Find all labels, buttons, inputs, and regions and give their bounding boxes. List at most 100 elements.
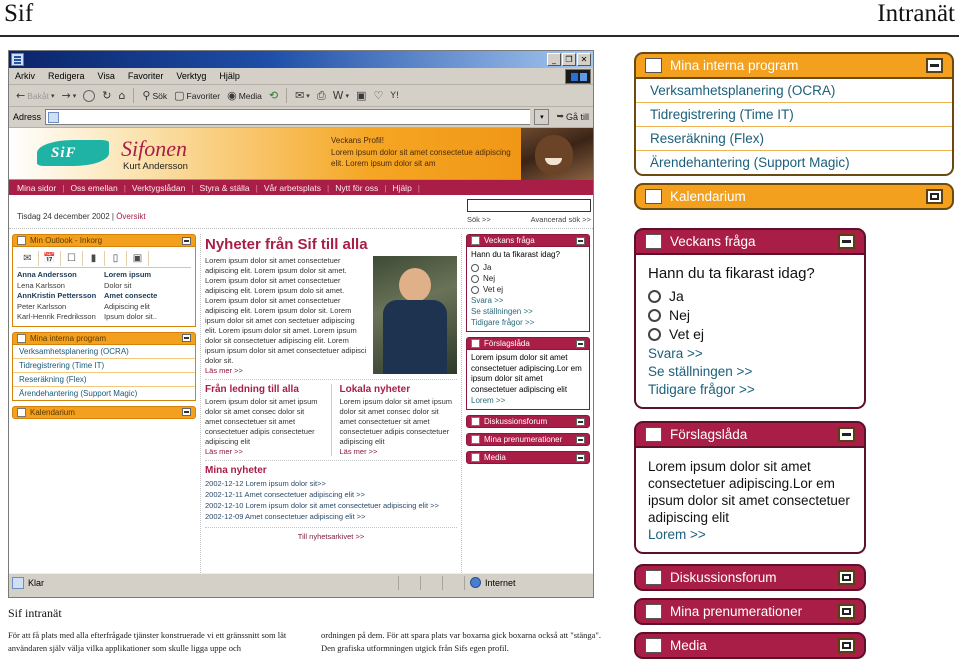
nav-item-nytt-for-oss[interactable]: Nytt för oss xyxy=(335,183,378,193)
favorites-button[interactable]: ▢ Favoriter xyxy=(172,89,222,102)
callout-calendar-restore[interactable] xyxy=(926,189,943,204)
go-button[interactable]: ➥ Gå till xyxy=(553,112,589,122)
program-link-flex[interactable]: Reseräkning (Flex) xyxy=(13,371,195,386)
radio-icon[interactable] xyxy=(471,274,479,283)
menu-item-visa[interactable]: Visa xyxy=(98,71,115,81)
suggestion-link[interactable]: Lorem >> xyxy=(471,395,585,406)
nav-item-styra-stalla[interactable]: Styra & ställa xyxy=(200,183,250,193)
menu-item-redigera[interactable]: Redigera xyxy=(48,71,85,81)
refresh-button[interactable]: ↻ xyxy=(100,89,113,102)
home-button[interactable]: ⌂ xyxy=(116,89,127,102)
news-right-more-link[interactable]: Läs mer >> xyxy=(340,447,458,456)
panel-poll-minimize[interactable] xyxy=(576,236,585,245)
program-link-supportmagic[interactable]: Ärendehantering (Support Magic) xyxy=(13,385,195,400)
envelope-icon[interactable]: ▮ xyxy=(83,251,105,266)
list-item[interactable]: Lorem ipsum xyxy=(104,270,191,281)
callout-program-flex[interactable]: Reseräkning (Flex) xyxy=(636,126,952,150)
search-input[interactable] xyxy=(467,199,591,212)
callout-poll-link-svara[interactable]: Svara >> xyxy=(648,345,852,363)
menu-item-verktyg[interactable]: Verktyg xyxy=(176,71,206,81)
callout-poll-link-tidigare[interactable]: Tidigare frågor >> xyxy=(648,381,852,399)
callout-poll-option-ja[interactable]: Ja xyxy=(648,288,852,304)
address-dropdown-button[interactable]: ▾ xyxy=(534,109,550,125)
callout-media-restore[interactable] xyxy=(838,638,855,653)
callout-subscriptions-header[interactable]: Mina prenumerationer xyxy=(634,598,866,625)
radio-icon[interactable] xyxy=(648,327,661,341)
list-item[interactable]: AnnKristin Pettersson xyxy=(17,291,104,302)
poll-option-ja[interactable]: Ja xyxy=(471,262,585,273)
messenger-button[interactable]: ♡ xyxy=(371,89,385,102)
callout-poll-minimize[interactable] xyxy=(838,234,855,249)
list-item[interactable]: 2002-12-12 Lorem ipsum dolor sit>> xyxy=(205,478,457,489)
new-appointment-icon[interactable]: 📅 xyxy=(39,251,61,266)
program-link-ocra[interactable]: Verksamhetsplanering (OCRA) xyxy=(13,345,195,358)
panel-subscriptions-header[interactable]: Mina prenumerationer xyxy=(466,433,590,446)
list-item[interactable]: Amet consecte xyxy=(104,291,191,302)
callout-program-ocra[interactable]: Verksamhetsplanering (OCRA) xyxy=(636,79,952,102)
history-button[interactable]: ⟲ xyxy=(267,89,280,102)
edit-button[interactable]: ▣ xyxy=(354,89,368,102)
breadcrumb-oversikt[interactable]: Översikt xyxy=(116,212,145,221)
menu-item-arkiv[interactable]: Arkiv xyxy=(15,71,35,81)
new-mail-icon[interactable]: ✉ xyxy=(17,251,39,266)
callout-subscriptions-restore[interactable] xyxy=(838,604,855,619)
menu-item-hjalp[interactable]: Hjälp xyxy=(219,71,240,81)
list-item[interactable]: Lena Karlsson xyxy=(17,281,104,292)
panel-subscriptions-restore[interactable] xyxy=(576,435,585,444)
list-item[interactable]: Dolor sit xyxy=(104,281,191,292)
nav-item-oss-emellan[interactable]: Oss emellan xyxy=(70,183,117,193)
poll-link-svara[interactable]: Svara >> xyxy=(471,295,585,306)
panel-media-header[interactable]: Media xyxy=(466,451,590,464)
callout-media-header[interactable]: Media xyxy=(634,632,866,659)
panel-forum-header[interactable]: Diskussionsforum xyxy=(466,415,590,428)
menu-item-favoriter[interactable]: Favoriter xyxy=(128,71,164,81)
radio-icon[interactable] xyxy=(648,289,661,303)
panel-calendar-header[interactable]: Kalendarium xyxy=(12,405,196,419)
media-button[interactable]: ◉ Media xyxy=(225,89,264,102)
search-submit-link[interactable]: Sök >> xyxy=(467,215,491,224)
restore-button[interactable]: ❐ xyxy=(562,53,576,66)
panel-programs-minimize[interactable] xyxy=(182,334,191,342)
callout-programs-header[interactable]: Mina interna program xyxy=(634,52,954,79)
list-item[interactable]: 2002-12-09 Amet consectetuer adipiscing … xyxy=(205,511,457,522)
close-button[interactable]: ✕ xyxy=(577,53,591,66)
address-input[interactable] xyxy=(45,109,531,125)
mail-button[interactable]: ✉ ▾ xyxy=(293,89,312,102)
panel-programs-header[interactable]: Mina interna program xyxy=(12,331,196,345)
word-button[interactable]: W ▾ xyxy=(331,89,351,102)
minimize-button[interactable]: _ xyxy=(547,53,561,66)
callout-poll-option-vet-ej[interactable]: Vet ej xyxy=(648,326,852,342)
panel-poll-header[interactable]: Veckans fråga xyxy=(466,234,590,247)
contact-card-icon[interactable]: ▣ xyxy=(127,251,149,266)
nav-item-var-arbetsplats[interactable]: Vår arbetsplats xyxy=(264,183,321,193)
callout-calendar-header[interactable]: Kalendarium xyxy=(634,183,954,210)
list-item[interactable]: 2002-12-11 Amet consectetuer adipiscing … xyxy=(205,489,457,500)
callout-forum-restore[interactable] xyxy=(838,570,855,585)
program-link-timeit[interactable]: Tidregistrering (Time IT) xyxy=(13,357,195,372)
news-archive-link[interactable]: Till nyhetsarkivet >> xyxy=(205,527,457,541)
callout-program-supportmagic[interactable]: Ärendehantering (Support Magic) xyxy=(636,150,952,174)
callout-forum-header[interactable]: Diskussionsforum xyxy=(634,564,866,591)
callout-suggestion-link[interactable]: Lorem >> xyxy=(648,526,852,544)
list-item[interactable]: Anna Andersson xyxy=(17,270,104,281)
poll-link-tidigare[interactable]: Tidigare frågor >> xyxy=(471,317,585,328)
nav-item-verktygsladan[interactable]: Verktygslådan xyxy=(132,183,185,193)
radio-icon[interactable] xyxy=(648,308,661,322)
forward-button[interactable]: → ▾ xyxy=(59,89,78,102)
panel-calendar-restore[interactable] xyxy=(182,408,191,416)
nav-item-mina-sidor[interactable]: Mina sidor xyxy=(17,183,56,193)
news-left-more-link[interactable]: Läs mer >> xyxy=(205,447,323,456)
list-item[interactable]: Adipiscing elit xyxy=(104,302,191,313)
print-button[interactable]: ⎙ xyxy=(315,89,328,103)
callout-poll-link-stallningen[interactable]: Se ställningen >> xyxy=(648,363,852,381)
list-item[interactable]: Peter Karlsson xyxy=(17,302,104,313)
callout-poll-option-nej[interactable]: Nej xyxy=(648,307,852,323)
search-button[interactable]: ⚲ Sök xyxy=(140,89,169,102)
advanced-search-link[interactable]: Avancerad sök >> xyxy=(531,215,591,224)
nav-item-hjalp[interactable]: Hjälp xyxy=(392,183,411,193)
news-main-more-link[interactable]: Läs mer >> xyxy=(205,366,367,375)
panel-outlook-header[interactable]: Min Outlook - Inkorg xyxy=(12,234,196,247)
callout-suggestion-header[interactable]: Förslagslåda xyxy=(634,421,866,448)
callout-suggestion-minimize[interactable] xyxy=(838,427,855,442)
security-zone[interactable]: Internet xyxy=(465,576,593,590)
